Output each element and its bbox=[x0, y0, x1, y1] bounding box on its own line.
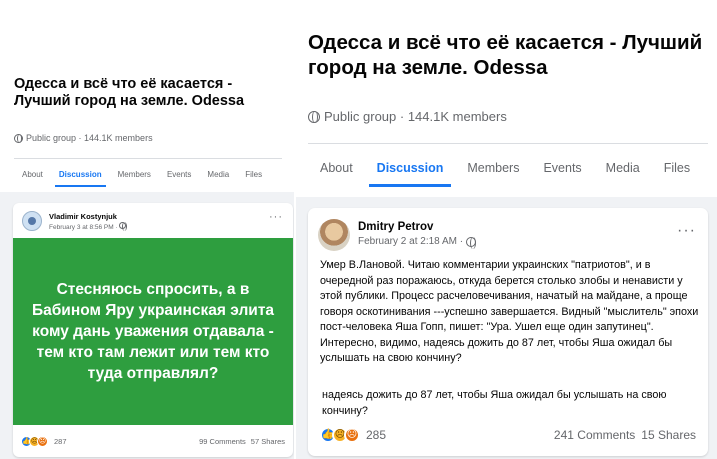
right-screenshot-panel: Одесса и всё что её касается - Лучший го… bbox=[296, 0, 717, 459]
post-time-text: February 2 at 2:18 AM · bbox=[358, 236, 464, 247]
avatar[interactable] bbox=[22, 211, 42, 231]
tab-members[interactable]: Members bbox=[455, 152, 531, 187]
post-image-text: Стесняюсь спросить, а в Бабином Яру укра… bbox=[31, 281, 275, 382]
tab-media[interactable]: Media bbox=[199, 164, 237, 187]
tab-media[interactable]: Media bbox=[594, 152, 652, 187]
tab-events[interactable]: Events bbox=[531, 152, 593, 187]
post-footer: 👍 ☹ ☹ 285 241 Comments 15 Shares bbox=[320, 427, 696, 443]
comments-count[interactable]: 99 Comments bbox=[199, 437, 246, 446]
post-footer: 👍 ☹ ☹ 287 99 Comments 57 Shares bbox=[21, 436, 285, 447]
post-text: Умер В.Лановой. Читаю комментарии украин… bbox=[320, 259, 699, 364]
engagement-counts: 99 Comments 57 Shares bbox=[199, 437, 285, 446]
globe-icon bbox=[466, 236, 477, 249]
post-card: Dmitry Petrov February 2 at 2:18 AM · ··… bbox=[308, 208, 708, 456]
group-meta: Public group · 144.1K members bbox=[14, 133, 153, 143]
tab-discussion[interactable]: Discussion bbox=[365, 152, 456, 187]
left-screenshot-panel: Одесса и всё что её касается - Лучший го… bbox=[0, 0, 296, 459]
angry-reaction-icon: ☹ bbox=[37, 436, 48, 447]
reactions-count[interactable]: 287 bbox=[54, 437, 67, 446]
group-title[interactable]: Одесса и всё что её касается - Лучший го… bbox=[14, 76, 284, 110]
group-meta-text: Public group · 144.1K members bbox=[26, 133, 153, 143]
angry-reaction-icon: ☹ bbox=[344, 427, 360, 443]
post-quote-text: надеясь дожить до 87 лет, чтобы Яша ожид… bbox=[322, 389, 667, 417]
post-image[interactable]: Стесняюсь спросить, а в Бабином Яру укра… bbox=[13, 238, 293, 425]
group-meta-text: Public group · 144.1K members bbox=[324, 109, 507, 124]
post-author[interactable]: Dmitry Petrov bbox=[358, 221, 433, 233]
globe-icon bbox=[14, 133, 23, 143]
tab-files[interactable]: Files bbox=[652, 152, 702, 187]
more-options-icon[interactable]: ··· bbox=[269, 211, 283, 223]
avatar[interactable] bbox=[318, 219, 350, 251]
tab-events[interactable]: Events bbox=[159, 164, 199, 187]
shares-count[interactable]: 15 Shares bbox=[641, 428, 696, 442]
tab-discussion[interactable]: Discussion bbox=[51, 164, 110, 187]
tab-files[interactable]: Files bbox=[237, 164, 270, 187]
post-timestamp[interactable]: February 2 at 2:18 AM · bbox=[358, 236, 477, 249]
globe-icon bbox=[308, 110, 320, 123]
globe-icon bbox=[119, 222, 128, 231]
tab-about[interactable]: About bbox=[14, 164, 51, 187]
reactions-count[interactable]: 285 bbox=[366, 428, 386, 442]
group-meta: Public group · 144.1K members bbox=[308, 109, 507, 124]
header-divider bbox=[14, 158, 282, 159]
post-card: Vladimir Kostynjuk February 3 at 8:56 PM… bbox=[13, 203, 293, 457]
post-time-text: February 3 at 8:56 PM · bbox=[49, 224, 120, 231]
tab-members[interactable]: Members bbox=[110, 164, 159, 187]
group-header: Одесса и всё что её касается - Лучший го… bbox=[0, 0, 296, 192]
post-author[interactable]: Vladimir Kostynjuk bbox=[49, 212, 117, 221]
engagement-counts: 241 Comments 15 Shares bbox=[554, 428, 696, 442]
group-tabs: About Discussion Members Events Media Fi… bbox=[308, 152, 702, 187]
reactions-summary[interactable]: 👍 ☹ ☹ bbox=[320, 427, 360, 443]
group-title[interactable]: Одесса и всё что её касается - Лучший го… bbox=[308, 30, 708, 80]
shares-count[interactable]: 57 Shares bbox=[251, 437, 285, 446]
tab-about[interactable]: About bbox=[308, 152, 365, 187]
group-tabs: About Discussion Members Events Media Fi… bbox=[14, 164, 270, 187]
reactions-summary[interactable]: 👍 ☹ ☹ bbox=[21, 436, 48, 447]
header-divider bbox=[308, 143, 708, 144]
more-options-icon[interactable]: ··· bbox=[677, 222, 696, 240]
post-timestamp[interactable]: February 3 at 8:56 PM · bbox=[49, 222, 128, 231]
comments-count[interactable]: 241 Comments bbox=[554, 428, 635, 442]
